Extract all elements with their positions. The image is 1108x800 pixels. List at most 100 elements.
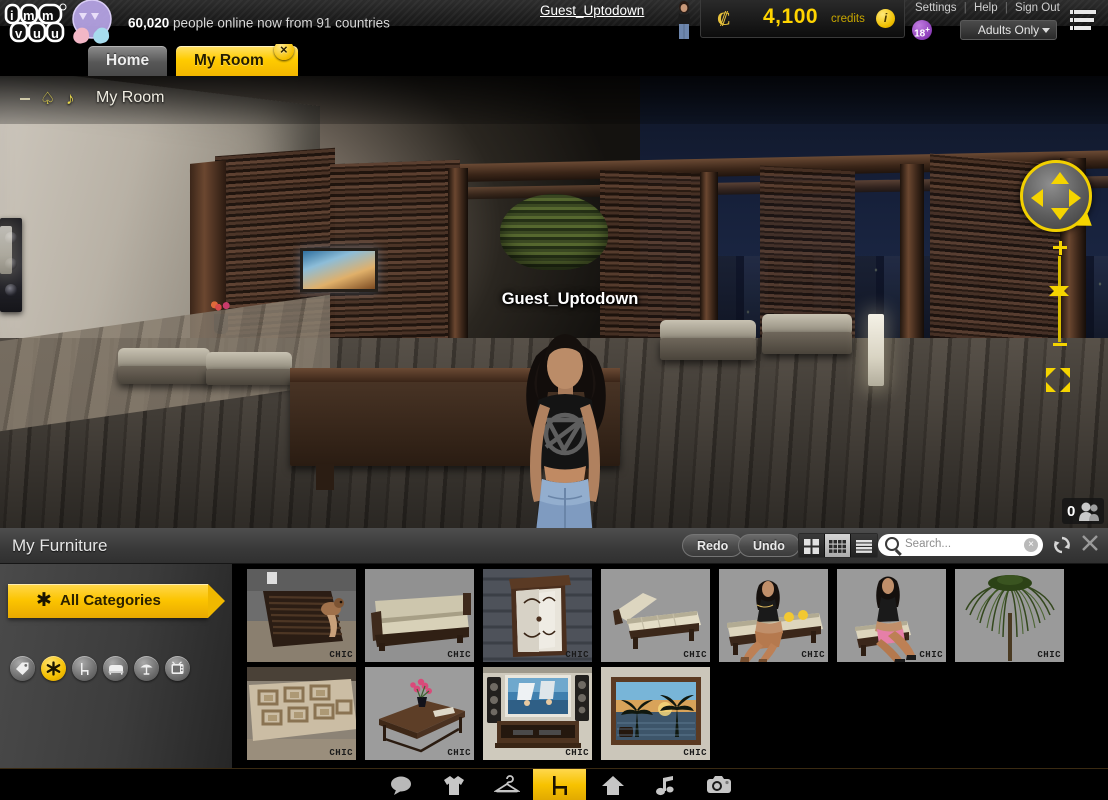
pan-compass-control[interactable] [1020, 160, 1097, 234]
furniture-row-1: CHIC CHIC CHIC CHIC CHIC CHIC CHIC [246, 568, 1065, 663]
credits-amount: 4,100 [763, 5, 819, 28]
pan-right-arrow[interactable] [1069, 189, 1081, 207]
mic-icon[interactable]: ♤ [40, 89, 55, 109]
wall-tv-screen [300, 248, 378, 292]
all-categories-button[interactable]: ✱ All Categories [8, 584, 225, 618]
furniture-grid[interactable]: CHIC CHIC CHIC CHIC CHIC CHIC CHIC CHIC … [232, 564, 1108, 768]
furniture-item-beige-sofa[interactable]: CHIC [364, 568, 475, 663]
furniture-item-glass-display-cabinet[interactable]: CHIC [482, 568, 593, 663]
credits-panel[interactable]: ₡ 4,100 credits i [700, 0, 905, 38]
redo-button[interactable]: Redo [682, 534, 744, 557]
camera-icon[interactable] [692, 769, 745, 800]
menu-line-3 [1074, 26, 1091, 30]
online-users-text: 60,020 people online now from 91 countri… [128, 16, 390, 31]
chat-icon[interactable] [374, 769, 427, 800]
top-bar: i m m v u u 60,020 people online now fro… [0, 0, 1108, 44]
zoom-track[interactable] [1058, 256, 1061, 342]
chic-badge: CHIC [447, 650, 471, 660]
shirt-icon[interactable] [427, 769, 480, 800]
hanger-icon[interactable] [480, 769, 533, 800]
furniture-row-2: CHIC CHIC CHIC CHIC [246, 666, 711, 761]
pan-up-arrow[interactable] [1051, 172, 1069, 184]
asterisk-icon: ✱ [36, 590, 52, 611]
refresh-icon[interactable] [1052, 535, 1072, 555]
people-count: 0 [1067, 502, 1076, 520]
room-title: My Room [96, 89, 165, 106]
furniture-item-coffee-table-with-vase[interactable]: CHIC [364, 666, 475, 761]
link-separator-1: | [963, 2, 967, 14]
room-3d-viewport[interactable]: Guest_Uptodown ♤ ♪ My Room 0 [0, 76, 1108, 528]
large-grid-view-button[interactable] [799, 534, 825, 557]
search-input[interactable]: Search... × [878, 534, 1043, 556]
furniture-item-daybed-with-avatar[interactable]: CHIC [718, 568, 829, 663]
clear-search-icon[interactable]: × [1024, 538, 1038, 552]
furniture-item-ottoman-with-avatar[interactable]: CHIC [836, 568, 947, 663]
chic-badge: CHIC [329, 650, 353, 660]
tab-home[interactable]: Home [88, 46, 168, 76]
speaker-driver-3 [5, 284, 17, 296]
signout-link[interactable]: Sign Out [1015, 2, 1060, 14]
zoom-in-icon[interactable] [1053, 240, 1067, 255]
age-rating-plus: + [925, 25, 930, 34]
zoom-knob[interactable] [1049, 286, 1069, 296]
username-link[interactable]: Guest_Uptodown [540, 3, 644, 18]
music-note-icon[interactable]: ♪ [66, 89, 75, 109]
people-count-badge[interactable]: 0 [1062, 498, 1104, 524]
furniture-item-weeping-plant[interactable]: CHIC [954, 568, 1065, 663]
furniture-item-slat-bench-with-pet[interactable]: CHIC [246, 568, 357, 663]
list-view-button[interactable] [851, 534, 877, 557]
hanging-planter [500, 194, 608, 270]
svg-text:u: u [33, 26, 41, 41]
bench-leg-left [316, 464, 334, 490]
tag-icon[interactable] [10, 656, 35, 681]
menu-line-2 [1074, 18, 1094, 22]
content-rating-value: Adults Only [977, 23, 1040, 37]
furniture-item-chaise-lounge[interactable]: CHIC [600, 568, 711, 663]
settings-link[interactable]: Settings [915, 2, 957, 14]
hamburger-menu-icon[interactable] [1070, 10, 1096, 32]
view-mode-group [798, 533, 878, 558]
pan-left-arrow[interactable] [1031, 189, 1043, 207]
credits-currency-icon: ₡ [717, 9, 731, 30]
room-toolbar: ♤ ♪ My Room [0, 76, 1108, 124]
chic-badge: CHIC [919, 650, 943, 660]
expand-view-icon[interactable] [1046, 368, 1070, 392]
svg-text:i: i [10, 8, 14, 23]
search-placeholder: Search... [905, 538, 952, 550]
sofa-icon[interactable] [103, 656, 128, 681]
tab-my-room[interactable]: My Room × [176, 40, 298, 76]
chair-icon[interactable] [72, 656, 97, 681]
tv-icon[interactable] [165, 656, 190, 681]
room-collapse-dash[interactable] [20, 98, 30, 100]
user-avatar-thumbnail[interactable] [672, 0, 696, 40]
zoom-out-icon[interactable] [1053, 343, 1067, 346]
small-grid-view-button[interactable] [825, 534, 851, 557]
chic-badge: CHIC [447, 748, 471, 758]
music-note-icon[interactable] [639, 769, 692, 800]
close-panel-icon[interactable] [1081, 534, 1101, 554]
furniture-item-palm-sunset-artwork[interactable]: CHIC [600, 666, 711, 761]
furniture-item-tv-entertainment-center[interactable]: CHIC [482, 666, 593, 761]
floor-lamp-left [0, 226, 12, 274]
furniture-chair-icon[interactable] [533, 769, 586, 800]
lamp-icon[interactable] [134, 656, 159, 681]
menu-dot-3 [1070, 26, 1073, 30]
furniture-item-geometric-area-rug[interactable]: CHIC [246, 666, 357, 761]
home-icon[interactable] [586, 769, 639, 800]
avatar-figure[interactable] [478, 316, 653, 528]
expand-corner-tl [1046, 368, 1056, 378]
chevron-down-icon [1042, 28, 1050, 33]
asterisk-icon[interactable] [41, 656, 66, 681]
menu-line-1 [1074, 10, 1096, 14]
bench-4 [762, 332, 852, 354]
expand-corner-br [1060, 382, 1070, 392]
help-link[interactable]: Help [974, 2, 998, 14]
svg-text:v: v [15, 26, 23, 41]
content-rating-dropdown[interactable]: Adults Only [960, 20, 1057, 40]
imvu-logo[interactable]: i m m v u u [3, 1, 77, 47]
undo-button[interactable]: Undo [738, 534, 800, 557]
avatar-nameplate: Guest_Uptodown [501, 290, 639, 308]
zoom-slider[interactable] [1046, 240, 1072, 350]
credits-info-icon[interactable]: i [876, 9, 895, 28]
pan-down-arrow[interactable] [1051, 208, 1069, 220]
